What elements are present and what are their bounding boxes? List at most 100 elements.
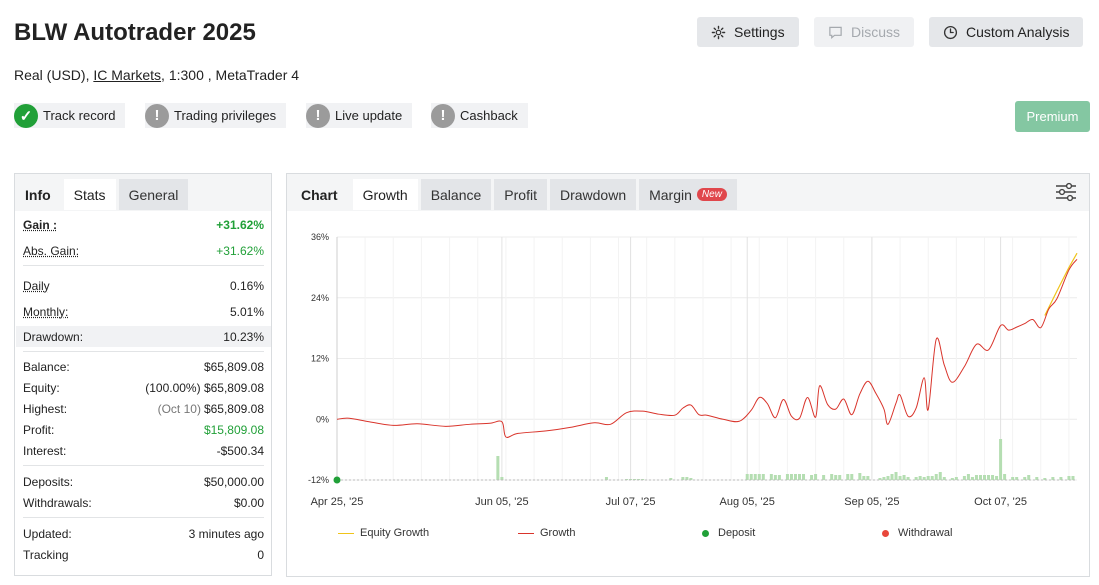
- stat-value: $65,809.08: [203, 401, 264, 416]
- stats-list: Gain : +31.62% Abs. Gain: +31.62% Daily 0.1…: [16, 214, 271, 565]
- badge-label: Live update: [335, 108, 403, 123]
- badge-label: Track record: [43, 108, 116, 123]
- sliders-icon[interactable]: [1055, 182, 1077, 202]
- badge-live-update[interactable]: ! Live update: [306, 103, 413, 128]
- legend-dot-withdrawal: [882, 529, 889, 537]
- legend-deposit[interactable]: Deposit: [702, 527, 755, 539]
- tab-info[interactable]: Info: [15, 179, 61, 210]
- stat-label: Interest:: [23, 443, 67, 458]
- stat-row-abs-gain: Abs. Gain: +31.62%: [16, 240, 271, 261]
- highest-date: (Oct 10): [157, 401, 201, 416]
- stat-value: 0.16%: [229, 278, 264, 293]
- stat-label: Balance:: [23, 359, 70, 374]
- stat-row-drawdown: Drawdown: 10.23%: [16, 326, 271, 347]
- legend-equity-growth[interactable]: Equity Growth: [338, 527, 429, 539]
- tab-balance[interactable]: Balance: [420, 179, 492, 210]
- stat-value: $15,809.08: [203, 422, 264, 437]
- tab-margin-label: Margin: [649, 186, 692, 203]
- stat-row-withdrawals: Withdrawals: $0.00: [16, 492, 271, 513]
- legend-line-growth: [518, 532, 534, 534]
- stat-value: 0: [257, 547, 264, 562]
- stat-label: Deposits:: [23, 474, 74, 489]
- legend-line-equity: [338, 532, 354, 534]
- legend-label: Deposit: [718, 527, 756, 539]
- premium-button[interactable]: Premium: [1015, 101, 1090, 132]
- badge-trading-privileges[interactable]: ! Trading privileges: [145, 103, 287, 128]
- stat-row-interest: Interest: -$500.34: [16, 440, 271, 461]
- broker-link[interactable]: IC Markets: [93, 67, 161, 83]
- badge-label: Cashback: [460, 108, 518, 123]
- tab-general[interactable]: General: [118, 179, 189, 210]
- tab-chart[interactable]: Chart: [287, 179, 350, 210]
- stat-value: $65,809.08: [203, 359, 264, 374]
- stat-label: Withdrawals:: [23, 495, 92, 510]
- legend-growth[interactable]: Growth: [518, 527, 575, 539]
- clock-icon: [943, 25, 958, 39]
- stat-label[interactable]: Daily: [23, 279, 50, 293]
- custom-analysis-button[interactable]: Custom Analysis: [929, 17, 1084, 47]
- divider: [23, 265, 264, 266]
- tab-drawdown[interactable]: Drawdown: [549, 179, 637, 210]
- stat-row-deposits: Deposits: $50,000.00: [16, 471, 271, 492]
- account-details: Real (USD), IC Markets, 1:300 , MetaTrad…: [14, 67, 299, 83]
- equity-percent: (100.00%): [145, 380, 201, 395]
- leverage-platform: , 1:300 , MetaTrader 4: [161, 67, 300, 83]
- divider: [23, 351, 264, 352]
- exclamation-circle-icon: !: [431, 103, 455, 128]
- stat-row-daily: Daily 0.16%: [16, 275, 271, 296]
- stat-value: 5.01%: [229, 304, 264, 319]
- tab-growth[interactable]: Growth: [352, 179, 418, 210]
- legend-dot-deposit: [702, 529, 709, 537]
- stat-label: Highest:: [23, 401, 68, 416]
- stat-row-equity: Equity: (100.00%) $65,809.08: [16, 377, 271, 398]
- page-title: BLW Autotrader 2025: [14, 19, 256, 46]
- divider: [23, 465, 264, 466]
- stat-value: +31.62%: [216, 217, 264, 232]
- badge-cashback[interactable]: ! Cashback: [431, 103, 528, 128]
- stats-panel: Info Stats General Gain : +31.62% Abs. Ga…: [14, 173, 272, 576]
- stats-tabs: Info Stats General: [15, 174, 191, 210]
- stat-row-gain: Gain : +31.62%: [16, 214, 271, 235]
- legend-label: Growth: [540, 527, 576, 539]
- stat-label: Profit:: [23, 422, 55, 437]
- stat-value: $50,000.00: [203, 474, 264, 489]
- stat-row-balance: Balance: $65,809.08: [16, 356, 271, 377]
- discuss-button[interactable]: Discuss: [814, 17, 915, 47]
- comment-icon: [829, 26, 842, 39]
- check-circle-icon: ✓: [14, 103, 38, 128]
- exclamation-circle-icon: !: [145, 103, 169, 128]
- badge-label: Trading privileges: [174, 108, 277, 123]
- gear-icon: [711, 25, 726, 39]
- chart-tabs: Chart Growth Balance Profit Drawdown Mar…: [287, 174, 740, 210]
- settings-label: Settings: [734, 24, 785, 40]
- stat-label[interactable]: Gain :: [23, 218, 57, 232]
- badge-track-record[interactable]: ✓ Track record: [14, 103, 126, 128]
- stat-value: $65,809.08: [203, 380, 264, 395]
- chart-panel: Chart Growth Balance Profit Drawdown Mar…: [286, 173, 1090, 577]
- legend-withdrawal[interactable]: Withdrawal: [882, 527, 952, 539]
- stat-label[interactable]: Abs. Gain:: [23, 244, 79, 258]
- stat-label: Drawdown:: [23, 329, 84, 344]
- legend-label: Equity Growth: [360, 527, 430, 539]
- stat-label[interactable]: Monthly:: [23, 305, 68, 319]
- stat-value: -$500.34: [216, 443, 264, 458]
- custom-analysis-label: Custom Analysis: [966, 24, 1070, 40]
- stat-row-tracking: Tracking 0: [16, 544, 271, 565]
- tab-margin[interactable]: Margin New: [639, 179, 737, 210]
- stat-value: +31.62%: [216, 243, 264, 258]
- stat-label: Equity:: [23, 380, 60, 395]
- discuss-label: Discuss: [851, 24, 901, 40]
- new-badge: New: [696, 188, 727, 201]
- stat-row-updated: Updated: 3 minutes ago: [16, 523, 271, 544]
- divider: [23, 517, 264, 518]
- legend-label: Withdrawal: [898, 527, 953, 539]
- stat-label: Tracking: [23, 547, 69, 562]
- stat-row-profit: Profit: $15,809.08: [16, 419, 271, 440]
- tab-profit[interactable]: Profit: [494, 179, 547, 210]
- stat-label: Updated:: [23, 526, 72, 541]
- stat-row-monthly: Monthly: 5.01%: [16, 301, 271, 322]
- tab-stats[interactable]: Stats: [63, 179, 116, 210]
- exclamation-circle-icon: !: [306, 103, 330, 128]
- account-type: Real (USD),: [14, 67, 90, 83]
- settings-button[interactable]: Settings: [697, 17, 799, 47]
